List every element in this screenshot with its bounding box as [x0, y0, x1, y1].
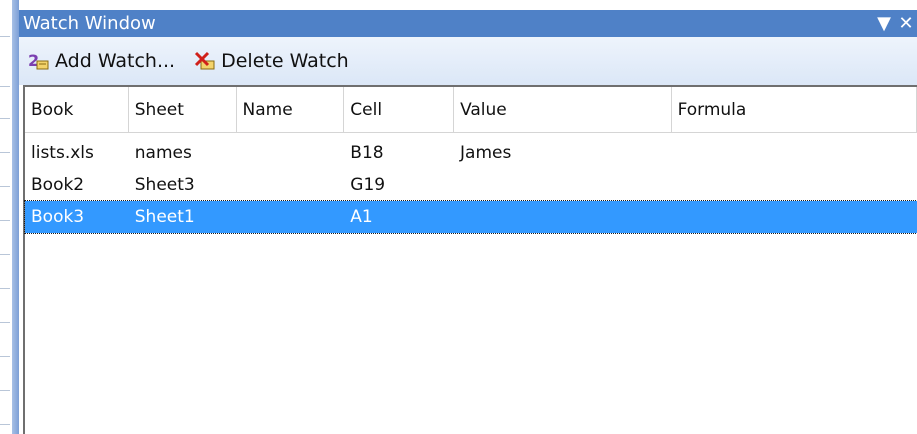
row-divider [0, 186, 10, 187]
column-header-formula[interactable]: Formula [672, 87, 917, 132]
column-header-value[interactable]: Value [454, 87, 672, 132]
row-divider [0, 152, 10, 153]
watch-row[interactable]: Book2 Sheet3 G19 [25, 169, 917, 201]
window-left-border [12, 0, 19, 434]
delete-watch-label: Delete Watch [221, 50, 349, 72]
cell-cell: B18 [350, 143, 384, 163]
row-divider [0, 322, 10, 323]
column-header-name[interactable]: Name [237, 87, 345, 132]
cell-sheet: names [134, 143, 192, 163]
row-divider [0, 118, 10, 119]
add-watch-button[interactable]: 2 Add Watch... [27, 50, 175, 72]
column-header-row: Book Sheet Name Cell Value Formula [25, 87, 917, 133]
row-divider [0, 356, 10, 357]
column-header-book[interactable]: Book [25, 87, 129, 132]
cell-sheet: Sheet3 [134, 175, 195, 195]
column-header-sheet[interactable]: Sheet [129, 87, 237, 132]
watch-list: Book Sheet Name Cell Value Formula lists… [23, 85, 917, 434]
row-divider [0, 220, 10, 221]
watch-row[interactable]: lists.xls names B18 James [25, 137, 917, 169]
cell-cell: G19 [350, 175, 386, 195]
add-watch-icon: 2 [28, 51, 49, 70]
toolbar: 2 Add Watch... Delete Watch [19, 37, 917, 85]
close-icon[interactable]: ✕ [895, 13, 917, 35]
add-watch-label: Add Watch... [55, 50, 176, 72]
cell-book: Book2 [31, 175, 85, 195]
row-divider [0, 390, 10, 391]
watch-row-selected[interactable]: Book3 Sheet1 A1 [24, 200, 917, 234]
row-divider [0, 36, 10, 37]
cell-book: lists.xls [31, 143, 94, 163]
row-divider [0, 86, 10, 87]
delete-watch-icon [195, 51, 215, 70]
window-title: Watch Window [23, 13, 156, 34]
worksheet-edge [0, 0, 12, 434]
cell-book: Book3 [31, 207, 85, 227]
cell-value: James [460, 143, 512, 163]
row-divider [0, 424, 10, 425]
title-bar[interactable]: Watch Window ▼ ✕ [19, 10, 917, 37]
dropdown-icon[interactable]: ▼ [873, 13, 895, 35]
watch-window: Watch Window ▼ ✕ 2 Add Watch... Delete W… [19, 0, 917, 434]
column-header-cell[interactable]: Cell [344, 87, 455, 132]
cell-cell: A1 [350, 207, 373, 227]
cell-sheet: Sheet1 [134, 207, 195, 227]
delete-watch-button[interactable]: Delete Watch [193, 50, 349, 72]
row-divider [0, 254, 10, 255]
row-divider [0, 288, 10, 289]
